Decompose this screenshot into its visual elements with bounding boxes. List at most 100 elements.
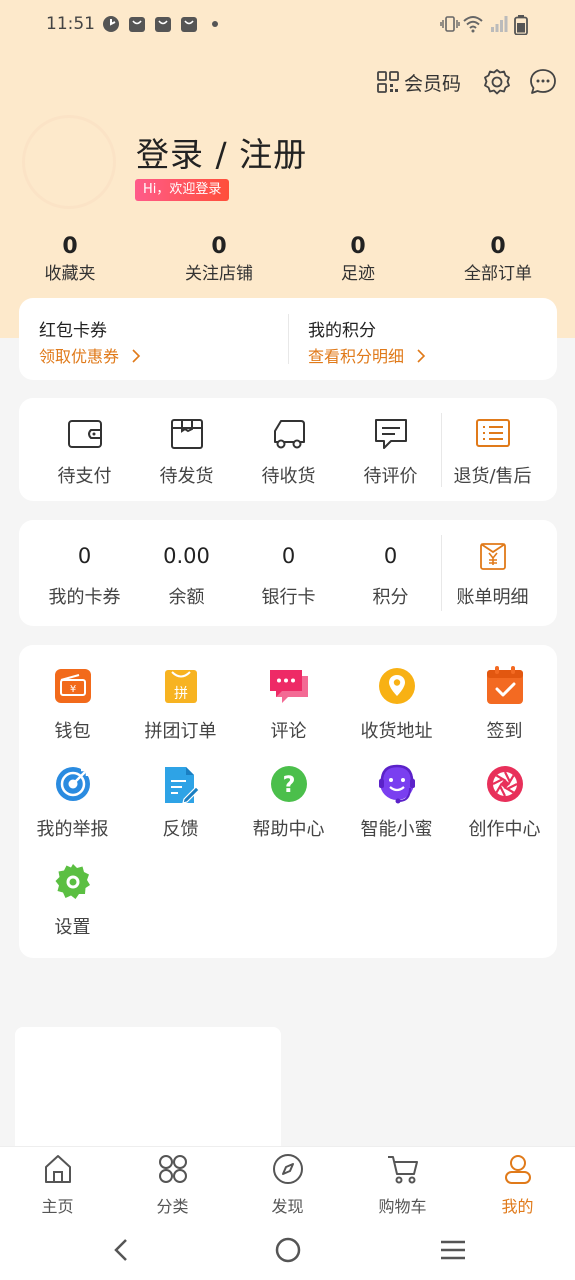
target-icon	[55, 767, 90, 801]
my-points-entry[interactable]: 我的积分 查看积分明细	[308, 298, 548, 380]
signal-icon	[491, 16, 508, 32]
order-label: 待评价	[363, 466, 418, 487]
home-circle-icon[interactable]	[274, 1236, 302, 1264]
red-packet-coupon-entry[interactable]: 红包卡券 领取优惠券	[39, 298, 279, 380]
system-navigation-bar	[0, 1226, 575, 1280]
stat-label: 足迹	[341, 264, 375, 284]
cart-icon	[388, 1156, 418, 1184]
chevron-right-icon	[417, 349, 426, 363]
asset-my-coupons[interactable]: 0 我的卡券	[31, 520, 138, 626]
messages-button[interactable]	[528, 67, 558, 97]
service-shipping-address[interactable]: 收货地址	[343, 645, 450, 743]
user-stats: 0 收藏夹 0 关注店铺 0 足迹 0 全部订单	[0, 232, 575, 292]
service-help-center[interactable]: ? 帮助中心	[235, 743, 342, 841]
member-code-label: 会员码	[404, 72, 462, 95]
gear-service-icon	[55, 864, 90, 899]
gear-icon	[484, 69, 510, 95]
vibrate-icon	[440, 16, 460, 32]
aperture-icon	[486, 766, 523, 802]
service-check-in[interactable]: 签到	[451, 645, 558, 743]
service-group-buy-orders[interactable]: 拼 拼团订单	[127, 645, 234, 743]
member-code-button[interactable]: 会员码	[376, 68, 461, 96]
claim-coupon-link[interactable]: 领取优惠券	[39, 343, 142, 367]
service-label: 我的举报	[36, 819, 109, 840]
asset-label: 我的卡券	[48, 587, 121, 608]
asset-bill-details[interactable]: 账单明细	[439, 520, 546, 626]
user-icon	[505, 1155, 531, 1184]
stat-label: 关注店铺	[185, 264, 253, 284]
status-time: 11:51	[46, 14, 95, 34]
menu-icon[interactable]	[439, 1236, 467, 1264]
asset-label: 账单明细	[456, 587, 529, 608]
stat-all-orders[interactable]: 0 全部订单	[428, 232, 568, 286]
box-icon	[170, 419, 203, 449]
order-label: 待支付	[57, 466, 112, 487]
login-register-title[interactable]: 登录 / 注册	[136, 128, 307, 176]
order-pending-payment[interactable]: 待支付	[31, 398, 138, 501]
service-label: 评论	[270, 721, 307, 742]
question-glyph: ?	[282, 773, 295, 798]
asset-points[interactable]: 0 积分	[337, 520, 444, 626]
bag-notification-icon	[155, 17, 171, 32]
service-my-reports[interactable]: 我的举报	[19, 743, 126, 841]
document-edit-icon	[164, 767, 200, 804]
service-label: 拼团订单	[144, 721, 217, 742]
asset-balance[interactable]: 0.00 余额	[133, 520, 240, 626]
tab-category[interactable]: 分类	[115, 1147, 230, 1227]
card-divider	[288, 314, 289, 364]
service-comments[interactable]: 评论	[235, 645, 342, 743]
message-bubble-icon	[530, 69, 556, 94]
asset-value: 0	[383, 544, 398, 568]
wifi-icon	[463, 16, 483, 33]
svg-text:¥: ¥	[69, 684, 75, 695]
service-settings[interactable]: 设置	[19, 841, 126, 939]
services-card: ¥ 钱包 拼 拼团订单 评论 收货地址 签到 我的举报 反馈 ? 帮助中心 智能…	[19, 645, 557, 958]
order-return-aftersales[interactable]: 退货/售后	[439, 398, 546, 501]
group-buy-icon: 拼	[164, 670, 197, 703]
wallet-service-icon: ¥	[54, 669, 91, 703]
calendar-check-icon	[486, 666, 523, 704]
bottom-tab-bar: 主页 分类 发现 购物车 我的	[0, 1146, 575, 1226]
stat-value: 0	[490, 234, 506, 259]
service-label: 设置	[54, 917, 91, 938]
battery-icon	[514, 15, 528, 35]
tab-home[interactable]: 主页	[0, 1147, 115, 1227]
stat-label: 收藏夹	[44, 264, 96, 284]
service-label: 帮助中心	[252, 819, 325, 840]
avatar[interactable]	[22, 115, 116, 209]
order-pending-review[interactable]: 待评价	[337, 398, 444, 501]
service-label: 创作中心	[468, 819, 541, 840]
order-pending-shipment[interactable]: 待发货	[133, 398, 240, 501]
back-icon[interactable]	[110, 1236, 134, 1264]
group-buy-glyph: 拼	[174, 686, 188, 702]
asset-value: 0.00	[163, 544, 210, 568]
service-smart-assistant[interactable]: 智能小蜜	[343, 743, 450, 841]
coupon-title: 红包卡券	[39, 321, 107, 341]
chat-bubble-icon	[269, 670, 308, 703]
tab-cart[interactable]: 购物车	[345, 1147, 460, 1227]
service-label: 智能小蜜	[360, 819, 433, 840]
service-feedback[interactable]: 反馈	[127, 743, 234, 841]
settings-button[interactable]	[482, 67, 512, 97]
asset-label: 积分	[372, 587, 409, 608]
order-label: 退货/售后	[453, 466, 532, 487]
order-pending-receipt[interactable]: 待收货	[235, 398, 342, 501]
bag-notification-icon	[181, 17, 197, 32]
service-label: 反馈	[162, 819, 199, 840]
stat-favorites[interactable]: 0 收藏夹	[0, 232, 140, 286]
service-wallet[interactable]: ¥ 钱包	[19, 645, 126, 743]
service-label: 签到	[486, 721, 523, 742]
tab-me[interactable]: 我的	[460, 1147, 575, 1227]
stat-followed-shops[interactable]: 0 关注店铺	[149, 232, 289, 286]
stat-footprints[interactable]: 0 足迹	[288, 232, 428, 286]
points-detail-link[interactable]: 查看积分明细	[308, 343, 427, 367]
tab-label: 主页	[41, 1197, 74, 1216]
truck-icon	[273, 420, 305, 449]
service-creation-center[interactable]: 创作中心	[451, 743, 558, 841]
tab-discover[interactable]: 发现	[230, 1147, 345, 1227]
qr-code-icon	[377, 71, 399, 93]
comment-icon	[374, 419, 407, 449]
return-list-icon	[475, 419, 510, 447]
stat-label: 全部订单	[464, 264, 532, 284]
asset-bank-cards[interactable]: 0 银行卡	[235, 520, 342, 626]
